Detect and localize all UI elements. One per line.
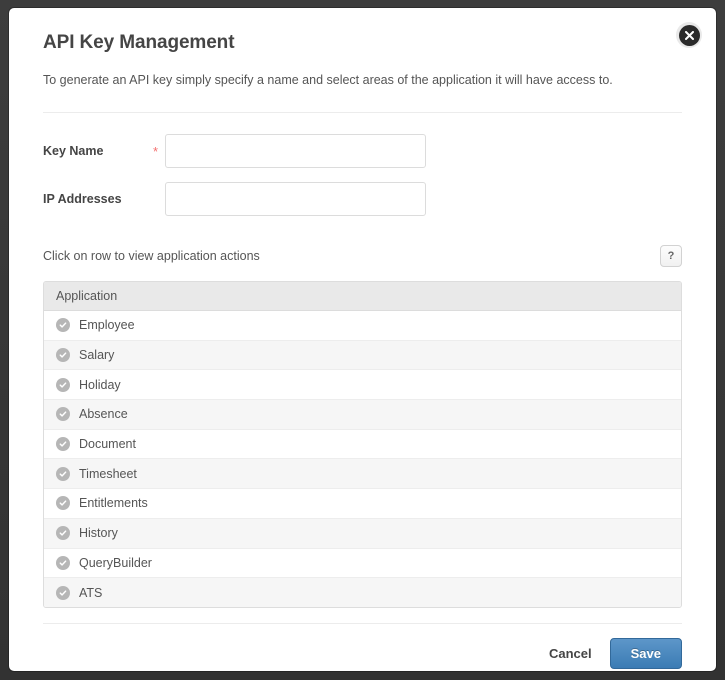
column-header-application: Application xyxy=(44,282,681,311)
page-title: API Key Management xyxy=(43,32,682,54)
applications-table: Application Employee Salary Holiday Abse… xyxy=(44,282,681,608)
check-circle-icon xyxy=(56,407,70,421)
applications-table-wrap: Application Employee Salary Holiday Abse… xyxy=(43,281,682,609)
check-circle-icon xyxy=(56,496,70,510)
check-circle-icon xyxy=(56,556,70,570)
ip-addresses-input[interactable] xyxy=(165,182,426,216)
form-row-key-name: Key Name * xyxy=(43,133,682,169)
table-cell-application[interactable]: ATS xyxy=(44,578,681,608)
close-icon xyxy=(679,25,700,46)
table-cell-application[interactable]: Document xyxy=(44,429,681,459)
table-cell-application[interactable]: QueryBuilder xyxy=(44,548,681,578)
form-row-ip-addresses: IP Addresses xyxy=(43,181,682,217)
table-cell-application[interactable]: Salary xyxy=(44,340,681,370)
check-circle-icon xyxy=(56,526,70,540)
application-name: ATS xyxy=(79,586,102,600)
check-circle-icon xyxy=(56,348,70,362)
application-name: Timesheet xyxy=(79,467,137,481)
screen: API Key Management To generate an API ke… xyxy=(0,0,725,680)
table-header-row: Application xyxy=(44,282,681,311)
ip-addresses-label: IP Addresses xyxy=(43,192,153,206)
table-row[interactable]: Timesheet xyxy=(44,459,681,489)
application-name: Salary xyxy=(79,348,114,362)
application-name: Holiday xyxy=(79,378,121,392)
table-cell-application[interactable]: History xyxy=(44,518,681,548)
table-hint-text: Click on row to view application actions xyxy=(43,249,260,263)
api-key-form: Key Name * IP Addresses xyxy=(9,113,716,217)
table-row[interactable]: Document xyxy=(44,429,681,459)
application-name: Employee xyxy=(79,318,135,332)
table-hint-row: Click on row to view application actions… xyxy=(9,229,716,267)
table-cell-application[interactable]: Absence xyxy=(44,400,681,430)
application-name: Document xyxy=(79,437,136,451)
key-name-input[interactable] xyxy=(165,134,426,168)
table-cell-application[interactable]: Holiday xyxy=(44,370,681,400)
table-cell-application[interactable]: Employee xyxy=(44,311,681,341)
key-name-label: Key Name xyxy=(43,144,153,158)
required-marker: * xyxy=(153,143,165,158)
application-name: QueryBuilder xyxy=(79,556,152,570)
application-name: Absence xyxy=(79,407,128,421)
table-cell-application[interactable]: Entitlements xyxy=(44,489,681,519)
dialog-footer: Cancel Save xyxy=(9,624,716,669)
table-row[interactable]: Employee xyxy=(44,311,681,341)
table-row[interactable]: Entitlements xyxy=(44,489,681,519)
check-circle-icon xyxy=(56,586,70,600)
table-row[interactable]: History xyxy=(44,518,681,548)
application-name: Entitlements xyxy=(79,496,148,510)
check-circle-icon xyxy=(56,378,70,392)
save-button[interactable]: Save xyxy=(610,638,682,669)
table-row[interactable]: QueryBuilder xyxy=(44,548,681,578)
table-row[interactable]: ATS xyxy=(44,578,681,608)
api-key-management-dialog: API Key Management To generate an API ke… xyxy=(9,8,716,671)
cancel-button[interactable]: Cancel xyxy=(547,640,594,667)
help-button[interactable]: ? xyxy=(660,245,682,267)
table-row[interactable]: Absence xyxy=(44,400,681,430)
table-body: Employee Salary Holiday Absence Document… xyxy=(44,311,681,608)
dialog-header: API Key Management To generate an API ke… xyxy=(9,8,716,90)
table-row[interactable]: Salary xyxy=(44,340,681,370)
check-circle-icon xyxy=(56,318,70,332)
table-head: Application xyxy=(44,282,681,311)
close-button[interactable] xyxy=(676,22,702,48)
table-cell-application[interactable]: Timesheet xyxy=(44,459,681,489)
question-mark-icon: ? xyxy=(668,250,675,262)
dialog-subtitle: To generate an API key simply specify a … xyxy=(43,72,682,90)
table-row[interactable]: Holiday xyxy=(44,370,681,400)
window-frame: API Key Management To generate an API ke… xyxy=(0,0,725,680)
check-circle-icon xyxy=(56,467,70,481)
application-name: History xyxy=(79,526,118,540)
check-circle-icon xyxy=(56,437,70,451)
